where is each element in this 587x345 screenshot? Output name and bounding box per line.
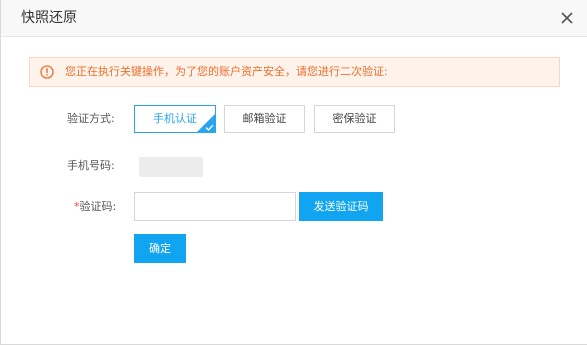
exclamation-circle-icon: [40, 65, 54, 79]
send-code-button[interactable]: 发送验证码: [299, 192, 383, 221]
method-security-question-option[interactable]: 密保验证: [314, 105, 395, 133]
method-security-question-label: 密保验证: [332, 112, 377, 125]
verification-code-label: *验证码:: [74, 200, 116, 214]
verification-method-label: 验证方式:: [67, 112, 115, 125]
method-email-option[interactable]: 邮箱验证: [224, 105, 305, 133]
verification-code-label-text: 验证码:: [79, 200, 117, 213]
verification-code-input[interactable]: [134, 192, 296, 221]
method-phone-label: 手机认证: [153, 112, 197, 125]
security-alert: 您正在执行关键操作，为了您的账户资产安全，请您进行二次验证:: [29, 57, 560, 87]
method-email-label: 邮箱验证: [242, 112, 287, 125]
confirm-button[interactable]: 确定: [134, 234, 186, 263]
dialog-header: 快照还原: [1, 0, 587, 37]
method-phone-option[interactable]: 手机认证: [134, 105, 216, 133]
alert-text: 您正在执行关键操作，为了您的账户资产安全，请您进行二次验证:: [65, 65, 388, 78]
phone-number-masked: [139, 157, 203, 177]
dialog-title: 快照还原: [21, 10, 77, 26]
close-icon[interactable]: [559, 10, 575, 26]
phone-number-label: 手机号码:: [67, 159, 115, 172]
checkmark-icon: [205, 124, 214, 131]
snapshot-restore-dialog: 快照还原 您正在执行关键操作，为了您的账户资产安全，请您进行二次验证: 验证方式…: [0, 0, 587, 345]
